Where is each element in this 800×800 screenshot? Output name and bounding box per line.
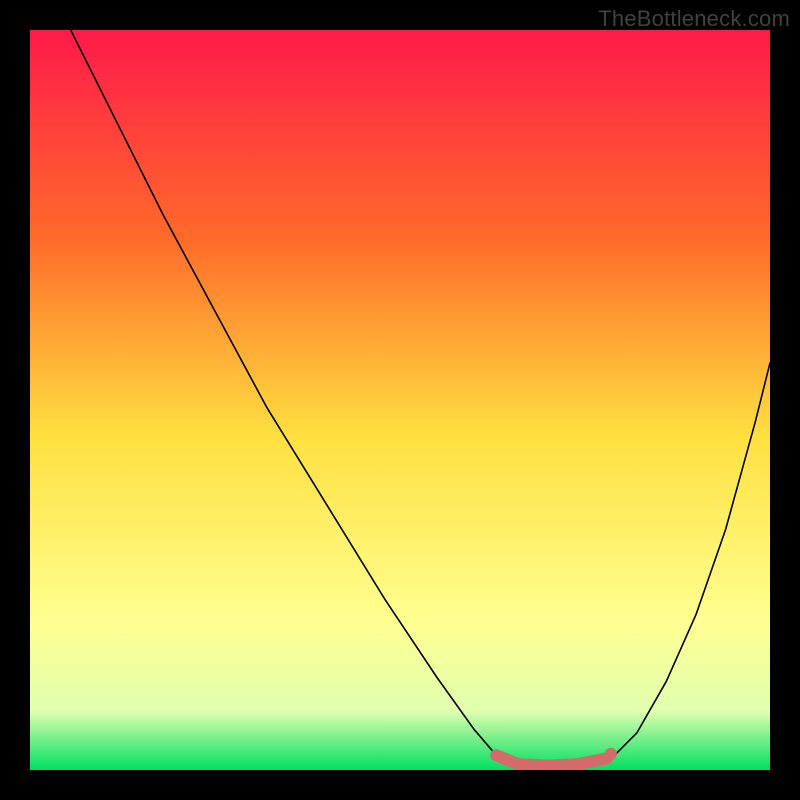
gradient-background [30,30,770,770]
marker-dot [605,748,617,760]
chart-svg [30,30,770,770]
chart-frame: TheBottleneck.com [0,0,800,800]
plot-area [30,30,770,770]
watermark-text: TheBottleneck.com [598,6,790,32]
